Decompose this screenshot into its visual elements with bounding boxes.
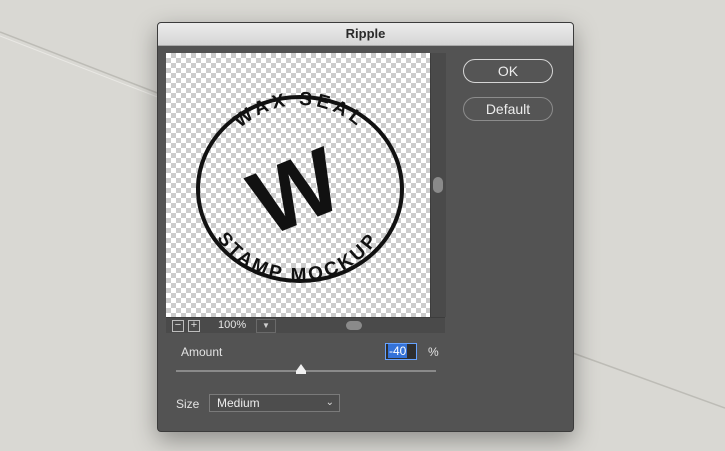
wax-seal-stamp-image: W WAX SEAL STAMP MOCKUP xyxy=(196,89,404,286)
svg-text:WAX SEAL: WAX SEAL xyxy=(230,89,369,133)
zoom-in-icon[interactable]: + xyxy=(188,320,200,332)
amount-unit: % xyxy=(428,345,439,359)
stamp-letter: W xyxy=(236,128,355,255)
ok-button[interactable]: OK xyxy=(463,59,553,83)
size-label: Size xyxy=(176,397,200,411)
size-select[interactable]: Medium ⌄ xyxy=(209,394,340,412)
preview-zoom-bar: − + 100% ▼ xyxy=(166,317,445,333)
size-selected-value: Medium xyxy=(217,396,260,410)
zoom-out-icon[interactable]: − xyxy=(172,320,184,332)
preview-vertical-scrollbar[interactable] xyxy=(430,53,446,317)
default-button[interactable]: Default xyxy=(463,97,553,121)
amount-value: -40 xyxy=(388,344,408,358)
stamp-top-text: WAX SEAL xyxy=(230,89,369,133)
amount-field[interactable]: -40 xyxy=(385,343,417,360)
vertical-scroll-thumb[interactable] xyxy=(433,177,443,193)
amount-slider[interactable] xyxy=(176,364,436,374)
horizontal-scroll-thumb[interactable] xyxy=(346,321,362,330)
zoom-level: 100% xyxy=(218,319,247,331)
filter-preview[interactable]: W WAX SEAL STAMP MOCKUP xyxy=(166,53,430,317)
amount-slider-knob[interactable] xyxy=(295,364,306,374)
chevron-down-icon[interactable]: ▼ xyxy=(256,319,276,333)
dialog-title: Ripple xyxy=(158,23,573,46)
chevron-down-icon: ⌄ xyxy=(325,397,334,408)
ripple-dialog: Ripple W WAX SEAL STAMP MOCKUP − + 100% … xyxy=(157,22,574,432)
amount-label: Amount xyxy=(181,345,223,359)
